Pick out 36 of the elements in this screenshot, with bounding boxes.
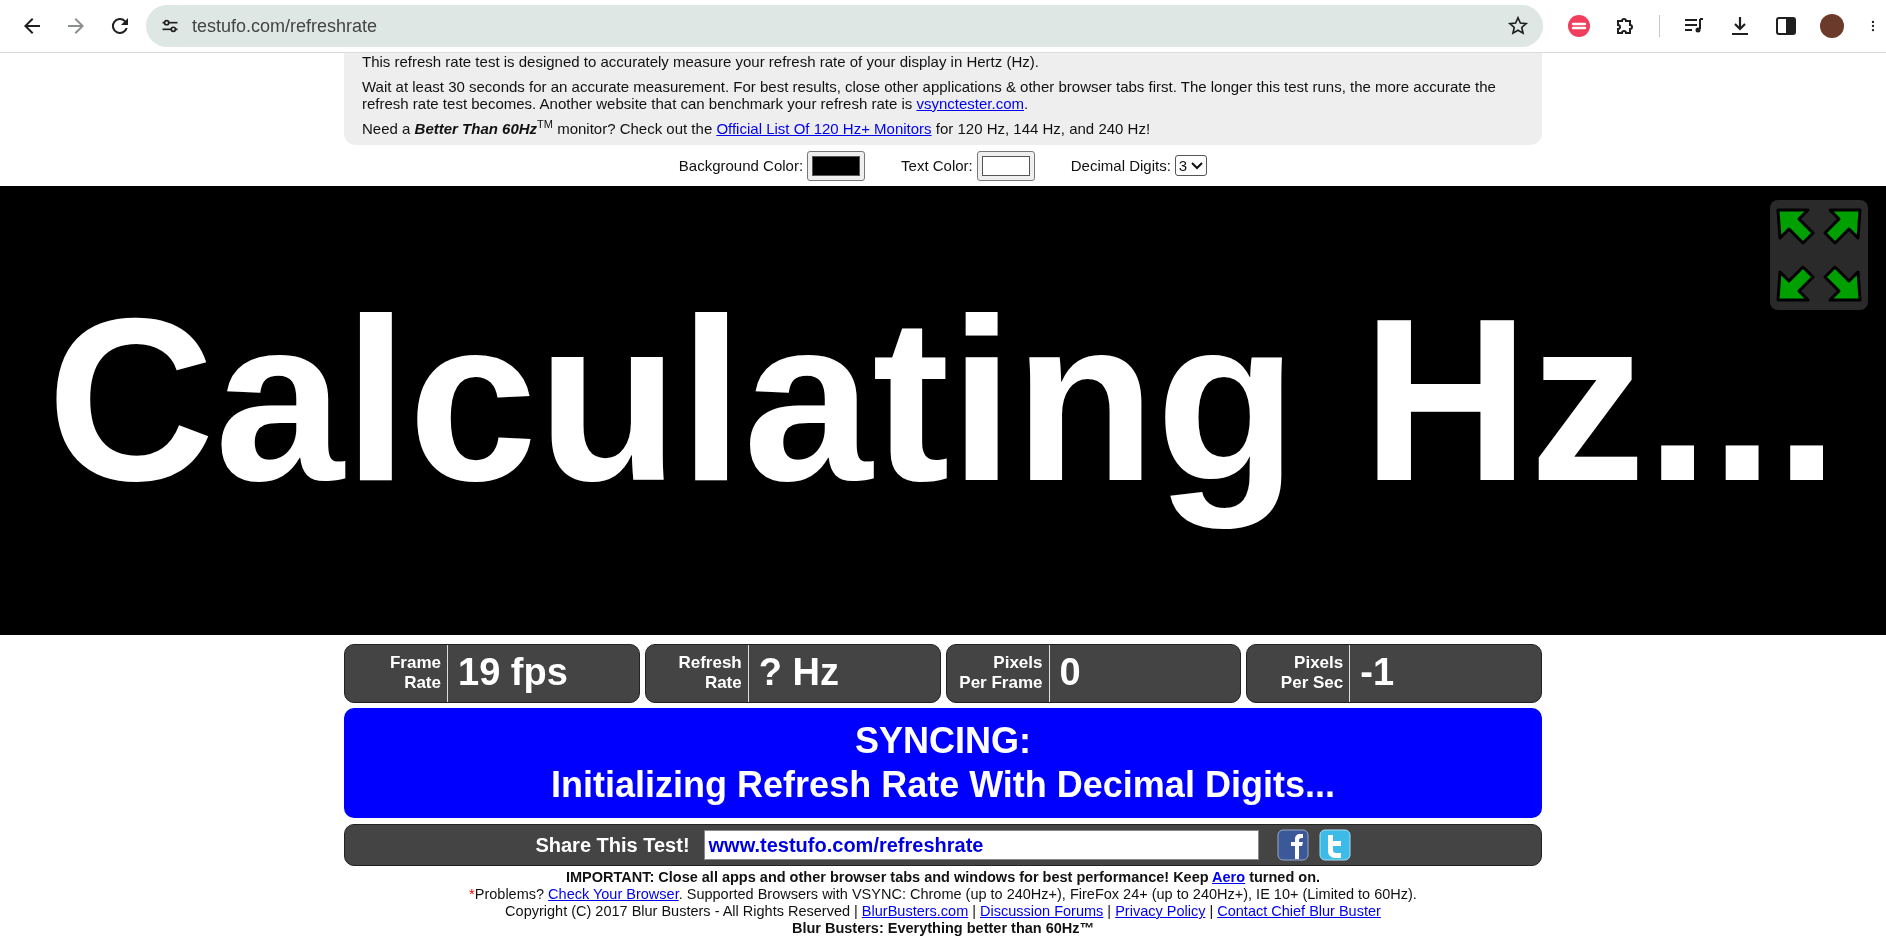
option-label: Decimal Digits: [1070,157,1171,174]
sidebar-icon[interactable] [1774,14,1798,38]
stat-value: ? Hz [757,650,840,695]
stat-label: Refresh Rate [645,645,749,702]
text-link[interactable]: Discussion Forums [980,903,1104,919]
text-link[interactable]: Official List Of 120 Hz+ Monitors [716,120,932,137]
info-text: This refresh rate test is designed to accurately measure your refresh rate of your display in Hertz (Hz). [362,53,1040,70]
text-link[interactable]: Check Your Browser [548,886,679,902]
footer-text: Copyright (C) 2017 Blur Busters - All Rights Reserved | BlurBusters.com | Discussion Forums | Privacy Policy | Contact Chief Blur Buster [505,903,1381,920]
extension-icon[interactable] [1567,14,1591,38]
url-text: testufo.com/refreshrate [192,15,379,37]
text-link[interactable]: Aero [1212,869,1246,885]
stat-label: Pixels Per Frame [946,645,1050,702]
footer-text: Blur Busters: Everything better than 60Hz™ [791,920,1095,937]
stat-label: Frame Rate [345,645,448,702]
status-title: SYNCING: [855,719,1031,763]
info-text: Need a Better Than 60Hz$^{TM}$ monitor? Check out the Official List Of 120 Hz+ Monitors for 120 Hz, 144 Hz, and 240 Hz! [362,120,1152,137]
stat-label: Pixels Per Sec [1247,645,1351,702]
info-text: Wait at least 30 seconds for an accurate measurement. For best results, close other applications & other browser tabs first. The longer this test runs, the more accurate the refresh rate test becomes. Another website that can benchmark your refresh rate is vsynctester.com. [362,78,1497,112]
stat-value: 0 [1058,650,1082,695]
footer-text: IMPORTANT: Close all apps and other browser tabs and windows for best performance! Keep Aero turned on. [565,869,1321,886]
avatar[interactable] [1820,14,1844,38]
hz-readout: Calculating Hz... [47,269,1839,532]
stat-value: -1 [1359,650,1396,695]
star-icon[interactable] [1507,15,1529,37]
text-link[interactable]: vsynctester.com [916,95,1024,112]
option-label: Background Color: [678,157,804,174]
address-bar[interactable]: testufo.com/refreshrate [146,5,1543,47]
option-label: Text Color: [901,157,973,174]
footer-text: *Problems? Check Your Browser. Supported Browsers with VSYNC: Chrome (up to 240Hz+), FireFox 24+ (up to 240Hz+), IE 10+ (Limited to 60Hz). [469,886,1417,903]
status-message: Initializing Refresh Rate With Decimal Digits... [551,763,1335,807]
text-link[interactable]: Contact Chief Blur Buster [1217,903,1381,919]
stat-value: 19 fps [457,650,569,695]
text-link[interactable]: Privacy Policy [1115,903,1206,919]
text-link[interactable]: BlurBusters.com [861,903,969,919]
share-label: Share This Test! [535,833,690,857]
